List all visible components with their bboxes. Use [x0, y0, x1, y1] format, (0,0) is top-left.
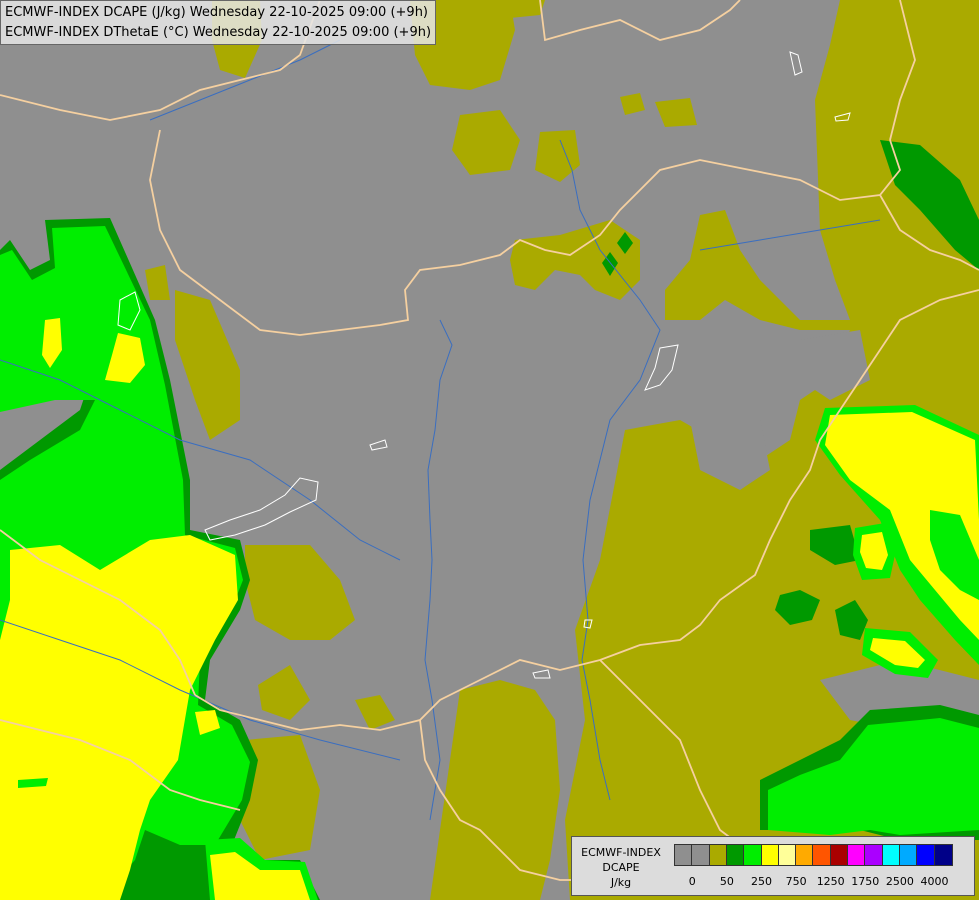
legend-swatch — [674, 844, 693, 866]
legend-swatch — [743, 844, 763, 866]
legend-swatch — [847, 844, 866, 866]
legend-swatch — [795, 844, 815, 866]
title-dthetae: ECMWF-INDEX DThetaE (°C) Wednesday 22-10… — [5, 25, 432, 40]
legend-label: ECMWF-INDEX DCAPE J/kg — [576, 845, 666, 890]
legend-swatch — [760, 844, 780, 866]
legend-tick-label: 0 — [688, 875, 696, 888]
legend-swatch — [933, 844, 953, 866]
legend-swatch — [691, 844, 711, 866]
legend-tick-label: 4000 — [920, 875, 949, 888]
legend-swatch — [777, 844, 797, 866]
legend-title-line1: ECMWF-INDEX — [581, 846, 661, 859]
legend-unit: J/kg — [610, 876, 632, 889]
title-dcape: ECMWF-INDEX DCAPE (J/kg) Wednesday 22-10… — [5, 5, 429, 20]
legend-tick-label: 750 — [785, 875, 807, 888]
legend-swatch — [708, 844, 728, 866]
legend-tick-label: 250 — [751, 875, 772, 888]
legend-swatch — [725, 844, 745, 866]
legend-swatch — [881, 844, 901, 866]
legend-tick-label: 1250 — [816, 875, 845, 888]
legend-tick-label: 2500 — [885, 875, 914, 888]
map-title-box: ECMWF-INDEX DCAPE (J/kg) Wednesday 22-10… — [0, 0, 437, 45]
dcape-map — [0, 0, 979, 900]
legend-swatch — [916, 844, 936, 866]
legend-title-line2: DCAPE — [602, 861, 640, 874]
legend-swatch — [898, 844, 918, 866]
legend-tick-label: 50 — [719, 875, 734, 888]
legend-swatch — [864, 844, 884, 866]
legend-swatch — [829, 844, 849, 866]
color-legend: ECMWF-INDEX DCAPE J/kg 0 50 250 750 1250 1750… — [571, 836, 975, 896]
legend-tick-label: 1750 — [851, 875, 880, 888]
legend-swatch — [812, 844, 832, 866]
